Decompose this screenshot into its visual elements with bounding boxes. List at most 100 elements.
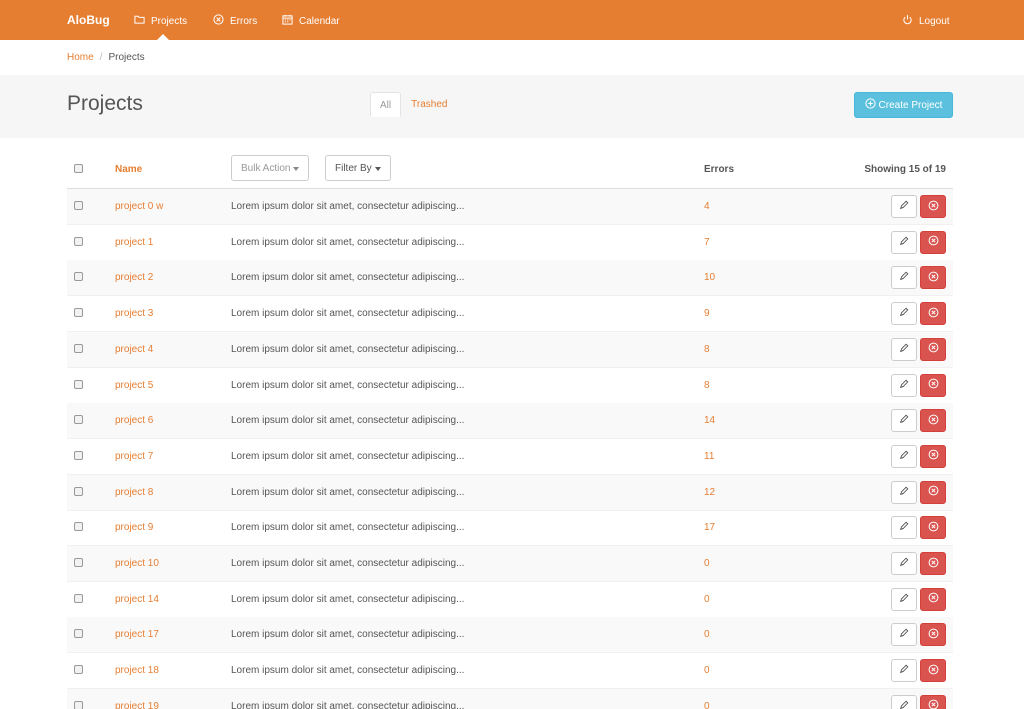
select-all-checkbox[interactable] [74, 164, 83, 173]
create-project-button[interactable]: Create Project [854, 92, 953, 118]
delete-button[interactable] [920, 337, 946, 361]
breadcrumb-home-link[interactable]: Home [67, 52, 94, 63]
delete-button[interactable] [920, 659, 946, 683]
row-checkbox[interactable] [74, 558, 83, 567]
row-checkbox[interactable] [74, 272, 83, 282]
error-count[interactable]: 10 [704, 272, 715, 283]
delete-button[interactable] [920, 694, 946, 709]
error-count[interactable]: 12 [704, 487, 715, 498]
delete-button[interactable] [920, 373, 946, 397]
row-checkbox[interactable] [74, 308, 83, 318]
error-count[interactable]: 0 [704, 701, 710, 709]
project-name-link[interactable]: project 18 [115, 665, 159, 676]
pencil-icon [899, 700, 909, 709]
row-checkbox[interactable] [74, 450, 83, 460]
bulk-action-dropdown[interactable]: Bulk Action [231, 155, 310, 181]
row-checkbox[interactable] [74, 236, 83, 246]
edit-button[interactable] [891, 587, 917, 611]
x-circle-icon [928, 557, 939, 571]
error-count[interactable]: 8 [704, 380, 710, 391]
delete-button[interactable] [920, 587, 946, 611]
nav-item-projects[interactable]: Projects [134, 14, 187, 28]
logout-button[interactable]: Logout [902, 14, 950, 28]
delete-button[interactable] [920, 266, 946, 290]
row-checkbox[interactable] [74, 343, 83, 353]
delete-button[interactable] [920, 409, 946, 433]
project-description: Lorem ipsum dolor sit amet, consectetur … [231, 379, 465, 391]
project-name-link[interactable]: project 3 [115, 308, 153, 319]
error-count[interactable]: 11 [704, 451, 714, 462]
edit-button[interactable] [891, 552, 917, 575]
x-circle-icon [928, 200, 939, 214]
folder-icon [134, 14, 145, 28]
row-checkbox[interactable] [74, 201, 83, 210]
project-name-link[interactable]: project 6 [115, 415, 153, 426]
project-description: Lorem ipsum dolor sit amet, consectetur … [231, 629, 465, 641]
error-count[interactable]: 0 [704, 629, 710, 640]
project-name-link[interactable]: project 0 w [115, 201, 163, 212]
row-checkbox[interactable] [74, 486, 83, 496]
edit-button[interactable] [891, 659, 917, 683]
project-name-link[interactable]: project 7 [115, 451, 153, 462]
row-checkbox[interactable] [74, 522, 83, 532]
error-count[interactable]: 9 [704, 308, 710, 319]
error-count[interactable]: 0 [704, 558, 710, 569]
row-checkbox[interactable] [74, 629, 83, 639]
delete-button[interactable] [920, 552, 946, 575]
project-name-link[interactable]: project 17 [115, 629, 159, 640]
filter-by-dropdown[interactable]: Filter By [325, 155, 391, 181]
project-name-link[interactable]: project 19 [115, 701, 159, 709]
row-checkbox[interactable] [74, 593, 83, 603]
project-name-link[interactable]: project 1 [115, 237, 153, 248]
delete-button[interactable] [920, 516, 946, 540]
delete-button[interactable] [920, 444, 946, 468]
delete-button[interactable] [920, 623, 946, 647]
edit-button[interactable] [891, 337, 917, 361]
edit-button[interactable] [891, 444, 917, 468]
error-count[interactable]: 8 [704, 344, 710, 355]
brand-logo[interactable]: AloBug [67, 13, 110, 27]
delete-button[interactable] [920, 302, 946, 326]
x-circle-icon [928, 378, 939, 392]
edit-button[interactable] [891, 302, 917, 326]
edit-button[interactable] [891, 694, 917, 709]
error-count[interactable]: 4 [704, 201, 710, 212]
delete-button[interactable] [920, 195, 946, 218]
delete-button[interactable] [920, 230, 946, 254]
error-count[interactable]: 17 [704, 522, 715, 533]
create-project-label: Create Project [878, 99, 943, 111]
tab-all[interactable]: All [370, 92, 402, 117]
calendar-icon [282, 14, 293, 28]
project-name-link[interactable]: project 9 [115, 522, 153, 533]
nav-item-errors[interactable]: Errors [213, 14, 257, 28]
project-name-link[interactable]: project 5 [115, 380, 153, 391]
edit-button[interactable] [891, 480, 917, 504]
error-count[interactable]: 7 [704, 237, 710, 248]
project-description: Lorem ipsum dolor sit amet, consectetur … [231, 415, 465, 427]
breadcrumb-separator: / [99, 52, 103, 63]
error-count[interactable]: 14 [704, 415, 715, 426]
tab-trashed[interactable]: Trashed [401, 92, 457, 117]
project-name-link[interactable]: project 14 [115, 594, 159, 605]
row-checkbox[interactable] [74, 415, 83, 425]
project-name-link[interactable]: project 8 [115, 487, 153, 498]
error-count[interactable]: 0 [704, 594, 710, 605]
edit-button[interactable] [891, 373, 917, 397]
project-name-link[interactable]: project 2 [115, 272, 153, 283]
error-count[interactable]: 0 [704, 665, 710, 676]
edit-button[interactable] [891, 230, 917, 254]
showing-count: Showing 15 of 19 [864, 164, 946, 175]
edit-button[interactable] [891, 623, 917, 647]
edit-button[interactable] [891, 409, 917, 433]
project-name-link[interactable]: project 10 [115, 558, 159, 569]
edit-button[interactable] [891, 266, 917, 290]
row-checkbox[interactable] [74, 700, 83, 709]
name-column-header[interactable]: Name [115, 164, 142, 175]
row-checkbox[interactable] [74, 379, 83, 389]
project-name-link[interactable]: project 4 [115, 344, 153, 355]
delete-button[interactable] [920, 480, 946, 504]
nav-item-calendar[interactable]: Calendar [282, 14, 340, 28]
row-checkbox[interactable] [74, 665, 83, 675]
edit-button[interactable] [891, 195, 917, 218]
edit-button[interactable] [891, 516, 917, 540]
